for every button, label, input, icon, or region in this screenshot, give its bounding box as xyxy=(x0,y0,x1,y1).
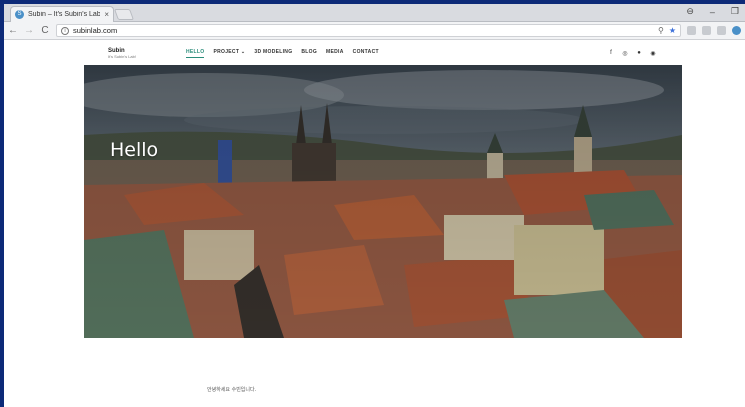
brand-name: Subin xyxy=(108,47,125,54)
maximize-button[interactable]: ❐ xyxy=(731,6,739,17)
url-text[interactable]: subinlab.com xyxy=(73,26,654,35)
bookmark-star-icon[interactable]: ★ xyxy=(669,26,676,35)
brand-tagline: It's Subin's Lab! xyxy=(108,53,136,59)
main-menu: HELLO PROJECT ⌄ 3D MODELING BLOG MEDIA C… xyxy=(186,49,379,58)
instagram-icon[interactable]: ◎ xyxy=(622,50,628,57)
menu-item-blog[interactable]: BLOG xyxy=(301,49,317,58)
hero-banner: Hello xyxy=(84,65,682,338)
social-links: f ◎ ● ◉ xyxy=(608,50,656,57)
new-tab-button[interactable] xyxy=(113,9,135,20)
extension-icon[interactable] xyxy=(732,26,741,35)
dribbble-icon[interactable]: ◉ xyxy=(650,50,656,57)
tab-title: Subin – It's Subin's Lab! xyxy=(28,11,101,18)
intro-text: 안녕하세요 수빈입니다. xyxy=(207,387,257,393)
browser-toolbar: ← → C i subinlab.com ⚲ ★ xyxy=(4,22,745,40)
github-icon[interactable]: ● xyxy=(636,50,642,57)
extension-icon[interactable] xyxy=(702,26,711,35)
profile-icon[interactable]: ⊖ xyxy=(686,6,694,17)
browser-tab[interactable]: S Subin – It's Subin's Lab! × xyxy=(10,6,114,22)
hero-title: Hello xyxy=(110,139,159,161)
menu-item-hello[interactable]: HELLO xyxy=(186,49,205,58)
menu-item-contact[interactable]: CONTACT xyxy=(353,49,379,58)
site-favicon-icon: S xyxy=(15,10,24,19)
extension-icon[interactable] xyxy=(687,26,696,35)
zoom-icon[interactable]: ⚲ xyxy=(658,26,664,35)
menu-item-project[interactable]: PROJECT ⌄ xyxy=(213,49,245,58)
address-bar[interactable]: i subinlab.com ⚲ ★ xyxy=(56,24,681,37)
menu-item-media[interactable]: MEDIA xyxy=(326,49,344,58)
extension-icon[interactable] xyxy=(717,26,726,35)
tab-strip: S Subin – It's Subin's Lab! × ⊖ – ❐ xyxy=(4,4,745,22)
hero-city-image xyxy=(84,65,682,338)
forward-button[interactable]: → xyxy=(24,25,34,36)
menu-item-3d-modeling[interactable]: 3D MODELING xyxy=(254,49,292,58)
reload-button[interactable]: C xyxy=(40,25,50,36)
browser-window: S Subin – It's Subin's Lab! × ⊖ – ❐ ← → … xyxy=(4,4,745,407)
back-button[interactable]: ← xyxy=(8,25,18,36)
site-info-icon[interactable]: i xyxy=(61,26,69,35)
minimize-button[interactable]: – xyxy=(710,7,715,17)
window-controls: ⊖ – ❐ xyxy=(686,6,739,17)
facebook-icon[interactable]: f xyxy=(608,50,614,57)
close-tab-icon[interactable]: × xyxy=(104,10,109,19)
page-viewport: Subin It's Subin's Lab! HELLO PROJECT ⌄ … xyxy=(4,41,745,407)
extension-icons xyxy=(687,26,741,35)
site-brand[interactable]: Subin It's Subin's Lab! xyxy=(108,48,162,59)
site-header: Subin It's Subin's Lab! HELLO PROJECT ⌄ … xyxy=(84,41,682,65)
